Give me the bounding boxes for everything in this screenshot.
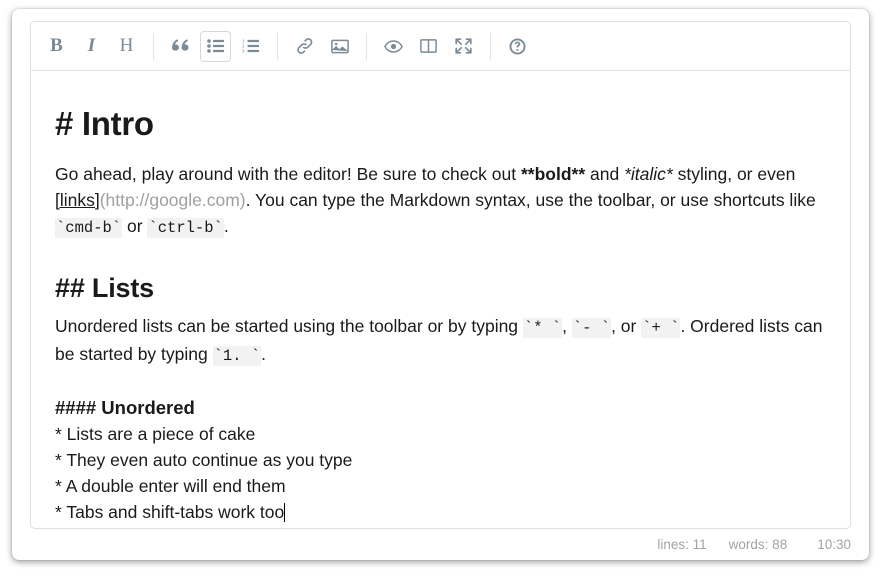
guide-button[interactable]: [502, 31, 533, 62]
para1-code-ctrl-b: `ctrl-b`: [147, 218, 224, 238]
question-icon: [509, 38, 526, 55]
heading-unordered: #### Unordered: [55, 397, 195, 418]
para2-text-part5: .: [261, 344, 266, 364]
para2-code-one-dot: `1. `: [212, 346, 262, 366]
para1-italic: *italic*: [624, 164, 673, 184]
status-lines: lines: 11: [657, 536, 707, 552]
bold-button-label: B: [50, 35, 63, 56]
heading-button[interactable]: H: [111, 31, 142, 62]
list-item-text: * Tabs and shift-tabs work too: [55, 502, 285, 522]
toolbar-separator: [490, 32, 491, 60]
para1-text-part2: and: [585, 164, 625, 184]
paragraph-lists: Unordered lists can be started using the…: [55, 313, 826, 369]
editor-toolbar: B I H 1 2 3: [31, 22, 850, 71]
para1-code-cmd-b: `cmd-b`: [55, 218, 123, 238]
quote-icon: [172, 38, 189, 54]
para2-text-part2: ,: [562, 316, 572, 336]
para1-text-part3: styling, or even: [672, 164, 796, 184]
para2-text-part3: , or: [611, 316, 642, 336]
heading-intro: # Intro: [55, 105, 154, 142]
italic-button[interactable]: I: [76, 31, 107, 62]
para2-code-plus: `+ `: [641, 318, 681, 338]
text-cursor: [284, 503, 286, 522]
image-button[interactable]: [324, 31, 355, 62]
fullscreen-button[interactable]: [448, 31, 479, 62]
unordered-list-button[interactable]: [200, 30, 231, 62]
para1-link-text[interactable]: [links]: [55, 190, 100, 210]
para1-text-part4: . You can type the Markdown syntax, use …: [245, 190, 816, 210]
list-item: * Lists are a piece of cake: [55, 424, 256, 444]
para1-text-part1: Go ahead, play around with the editor! B…: [55, 164, 521, 184]
para1-text-part6: .: [223, 216, 229, 236]
paragraph-intro: Go ahead, play around with the editor! B…: [55, 161, 826, 241]
image-icon: [330, 39, 349, 54]
bold-button[interactable]: B: [41, 31, 72, 62]
para2-code-dash: `- `: [571, 318, 612, 338]
para1-link-url: (http://google.com): [99, 190, 246, 210]
side-by-side-button[interactable]: [413, 31, 444, 62]
svg-text:3: 3: [242, 48, 245, 53]
toolbar-separator: [153, 32, 154, 60]
eye-icon: [384, 39, 403, 53]
para1-text-part5: or: [122, 216, 148, 236]
list-item: * A double enter will end them: [55, 476, 286, 496]
list-item-active: * Tabs and shift-tabs work too: [55, 499, 826, 525]
preview-button[interactable]: [378, 31, 409, 62]
link-button[interactable]: [289, 31, 320, 62]
para1-bold: **bold**: [520, 164, 586, 184]
heading-lists: ## Lists: [55, 273, 154, 303]
ordered-list-icon: 1 2 3: [242, 39, 259, 53]
editor-statusbar: lines: 11 words: 88 10:30: [30, 533, 851, 555]
markdown-editor-panel: B I H 1 2 3 # Intro Go ahead, play aroun…: [30, 21, 851, 529]
status-time: 10:30: [817, 536, 851, 552]
editor-window: B I H 1 2 3 # Intro Go ahead, play aroun…: [12, 9, 869, 560]
ordered-list-button[interactable]: 1 2 3: [235, 31, 266, 62]
fullscreen-icon: [455, 38, 472, 54]
para2-code-asterisk: `* `: [522, 318, 563, 338]
toolbar-separator: [277, 32, 278, 60]
status-words: words: 88: [728, 536, 788, 552]
toolbar-separator: [366, 32, 367, 60]
unordered-list-icon: [207, 39, 224, 53]
italic-button-label: I: [87, 35, 96, 56]
columns-icon: [420, 39, 437, 53]
list-item: * They even auto continue as you type: [55, 450, 353, 470]
quote-button[interactable]: [165, 31, 196, 62]
link-icon: [296, 38, 314, 54]
heading-button-label: H: [119, 35, 134, 56]
para2-text-part1: Unordered lists can be started using the…: [55, 316, 523, 336]
markdown-text-area[interactable]: # Intro Go ahead, play around with the e…: [31, 71, 850, 528]
